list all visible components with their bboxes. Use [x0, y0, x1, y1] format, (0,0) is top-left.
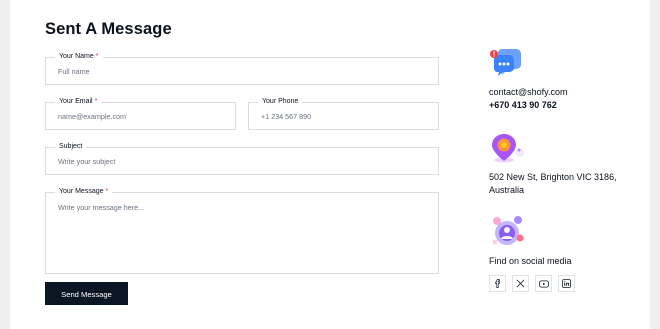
social-network-icon — [489, 215, 527, 249]
youtube-link[interactable] — [535, 275, 552, 292]
contact-email[interactable]: contact@shofy.com — [489, 86, 568, 99]
contact-address-line1: 502 New St, Brighton VIC 3186, — [489, 172, 617, 182]
subject-field: Subject — [45, 140, 439, 175]
social-links — [489, 275, 575, 292]
phone-field: Your Phone — [248, 95, 439, 130]
x-twitter-icon — [516, 279, 525, 288]
contact-page: Sent A Message Your Name* Your Email* Yo… — [0, 0, 660, 329]
left-page-margin — [0, 0, 10, 329]
facebook-link[interactable] — [489, 275, 506, 292]
message-field: Your Message * — [45, 185, 439, 274]
send-message-button[interactable]: Send Message — [45, 282, 128, 305]
linkedin-icon — [562, 279, 571, 288]
message-textarea[interactable] — [46, 193, 438, 273]
right-page-margin — [650, 0, 660, 329]
phone-input[interactable] — [249, 103, 438, 129]
form-title: Sent A Message — [45, 20, 172, 38]
email-input[interactable] — [46, 103, 235, 129]
x-link[interactable] — [512, 275, 529, 292]
social-heading: Find on social media — [489, 256, 572, 266]
name-input[interactable] — [46, 58, 438, 84]
location-pin-icon — [489, 132, 527, 164]
youtube-icon — [538, 279, 549, 288]
linkedin-link[interactable] — [558, 275, 575, 292]
contact-phone[interactable]: +670 413 90 762 — [489, 99, 557, 112]
facebook-icon — [493, 279, 502, 288]
chat-bubble-icon — [489, 48, 523, 78]
name-field: Your Name * — [45, 50, 439, 85]
subject-input[interactable] — [46, 148, 438, 174]
contact-address-line2: Australia — [489, 185, 525, 195]
email-field: Your Email * — [45, 95, 236, 130]
